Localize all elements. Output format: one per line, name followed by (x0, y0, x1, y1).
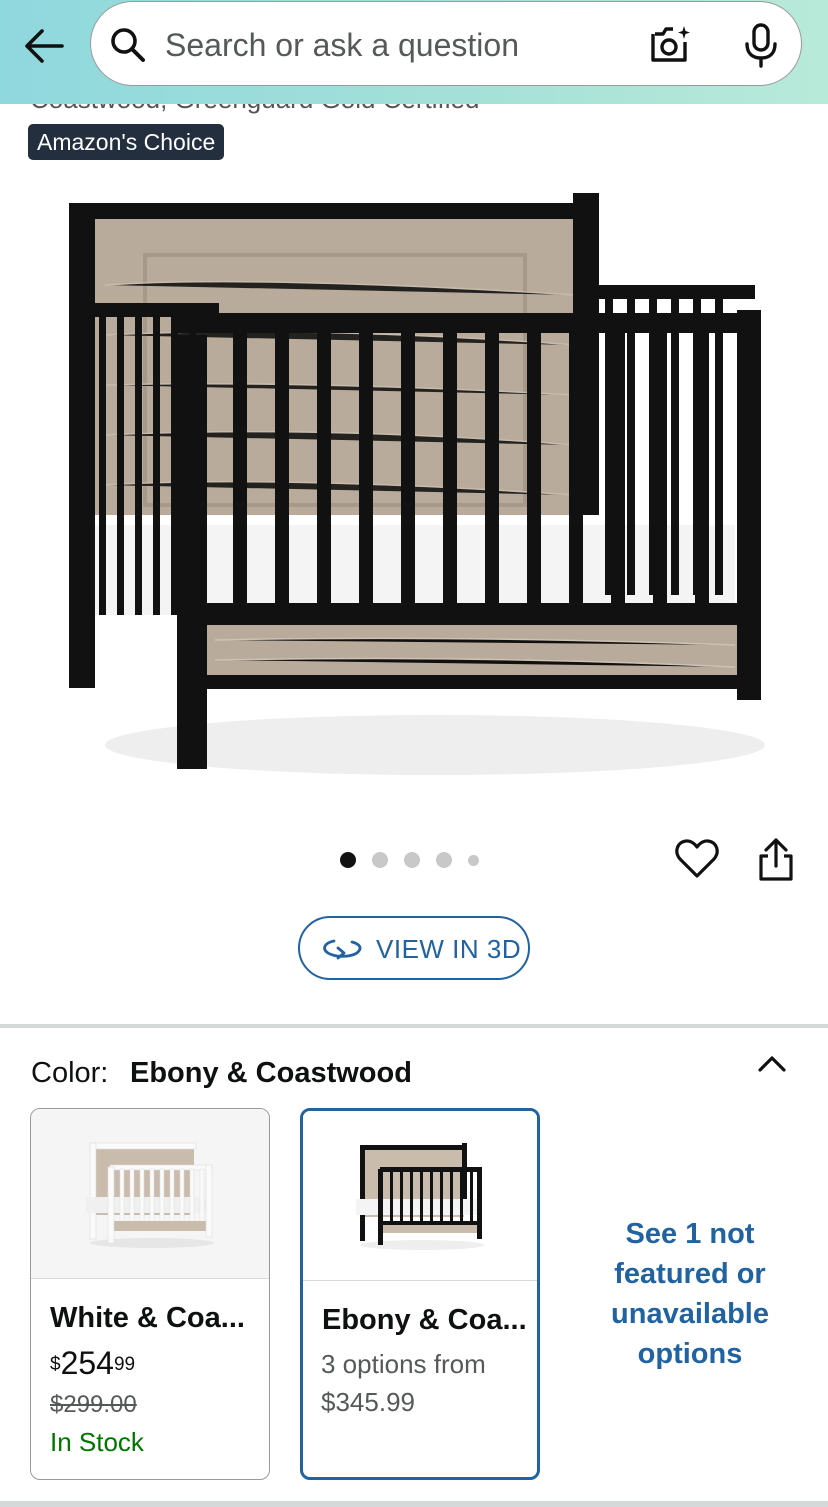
back-arrow-icon[interactable] (22, 24, 66, 68)
price-whole: 254 (60, 1345, 114, 1381)
view-in-3d-button[interactable]: VIEW IN 3D (298, 916, 530, 980)
color-option-name: Ebony & Coa... (322, 1304, 527, 1336)
carousel-dot[interactable] (468, 854, 479, 866)
price-symbol: $ (50, 1354, 61, 1375)
section-divider (0, 1024, 828, 1028)
color-option-white-coastwood[interactable]: White & Coa... $25499 $299.00 In Stock (30, 1108, 270, 1480)
chevron-up-icon[interactable] (752, 1046, 792, 1080)
swatch-thumbnail (31, 1109, 269, 1279)
image-carousel-dots[interactable] (340, 850, 479, 870)
product-image[interactable] (55, 185, 775, 785)
view-in-3d-label: VIEW IN 3D (376, 934, 522, 964)
list-price-strikethrough: $299.00 (50, 1391, 137, 1418)
search-input[interactable]: Search or ask a question (165, 26, 519, 64)
heart-icon[interactable] (674, 836, 720, 882)
share-icon[interactable] (754, 836, 798, 884)
search-header: Search or ask a question (0, 0, 828, 104)
product-page: Coastwood, Greenguard Gold Certified Sea… (0, 0, 828, 1507)
color-option-name: White & Coa... (50, 1302, 245, 1334)
price: $25499 (50, 1343, 135, 1390)
search-bar[interactable]: Search or ask a question (90, 1, 802, 86)
options-from-price: $345.99 (321, 1387, 415, 1417)
color-label: Color: (31, 1057, 109, 1089)
section-divider-bottom (0, 1501, 828, 1507)
amazons-choice-badge: Amazon's Choice (28, 124, 225, 160)
camera-icon[interactable] (649, 24, 693, 66)
rotate-3d-icon (322, 934, 364, 964)
search-icon (109, 26, 147, 64)
carousel-dot[interactable] (404, 852, 420, 868)
carousel-dot[interactable] (372, 852, 388, 868)
carousel-dot-active[interactable] (340, 852, 356, 868)
swatch-thumbnail (303, 1111, 537, 1281)
availability-status: In Stock (50, 1427, 144, 1457)
microphone-icon[interactable] (741, 22, 781, 68)
price-fraction: 99 (113, 1354, 136, 1375)
carousel-dot[interactable] (436, 852, 452, 868)
color-option-ebony-coastwood[interactable]: Ebony & Coa... 3 options from $345.99 (300, 1108, 540, 1480)
options-count-text: 3 options from (321, 1349, 486, 1379)
selected-color-value: Ebony & Coastwood (130, 1057, 412, 1089)
see-unavailable-options-link[interactable]: See 1 not featured or unavailable option… (590, 1214, 790, 1374)
